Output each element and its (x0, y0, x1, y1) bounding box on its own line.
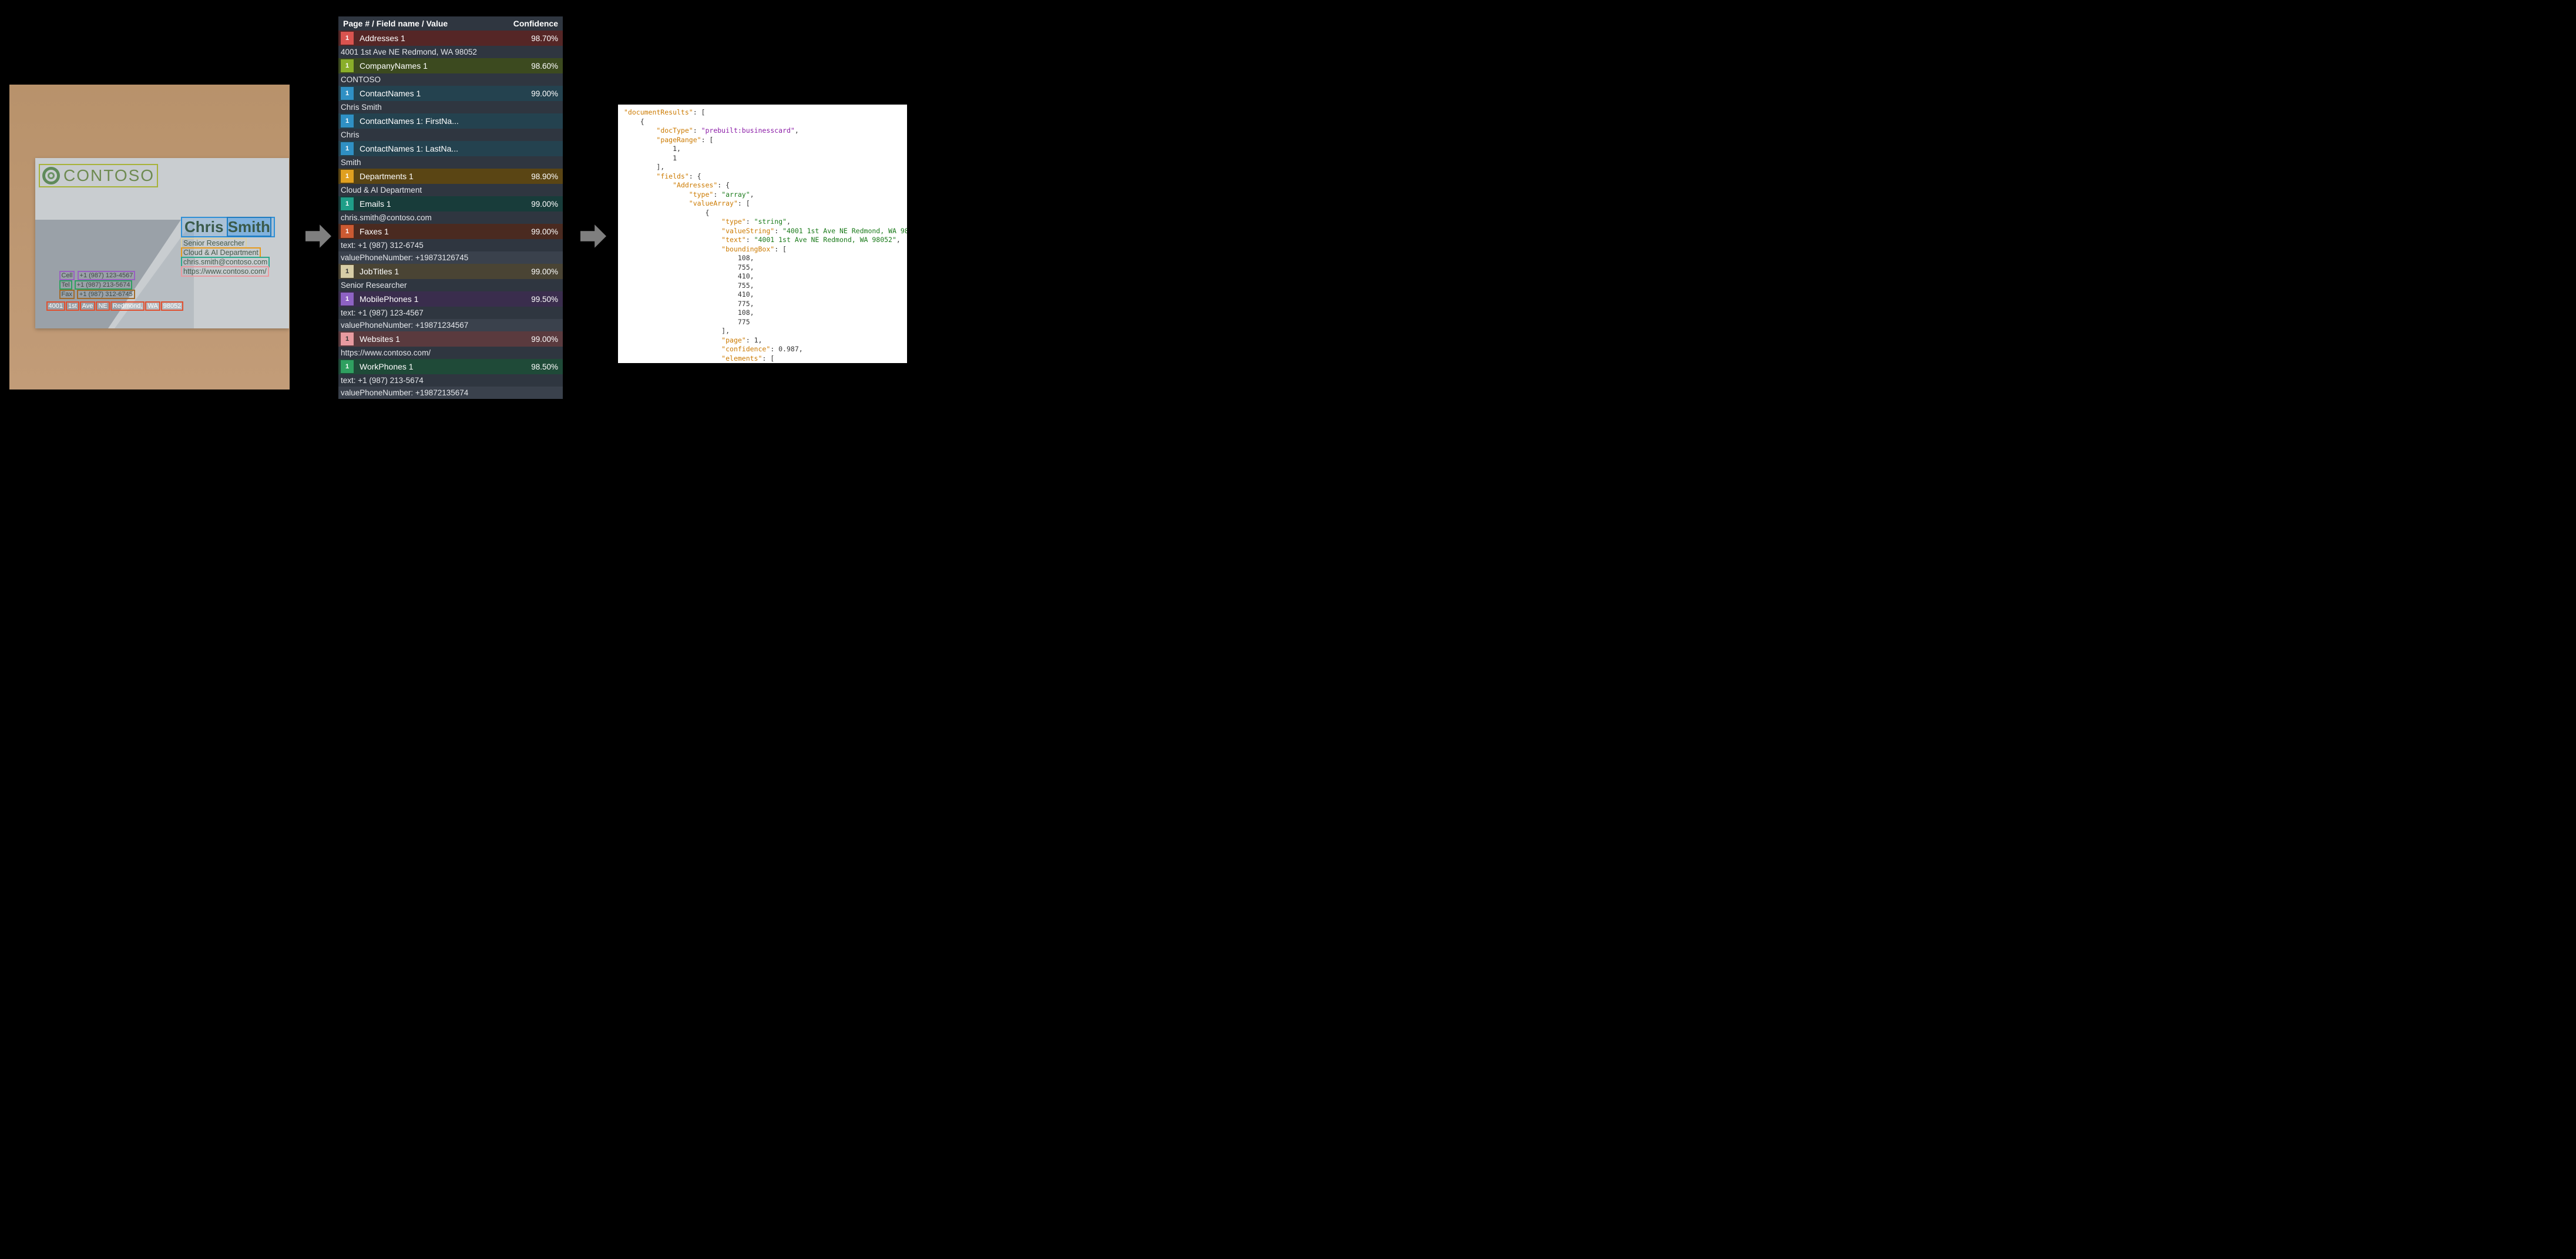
page-badge: 1 (341, 333, 354, 345)
cell-label: Cell (59, 271, 75, 280)
page-badge: 1 (341, 115, 354, 127)
tel-number: +1 (987) 213-5674 (75, 280, 133, 290)
fax-label: Fax (59, 290, 75, 299)
field-value: Senior Researcher (338, 279, 563, 291)
address-block: 40011stAveNERedmond,WA98052 (46, 301, 184, 311)
page-badge: 1 (341, 87, 354, 100)
result-row-dept[interactable]: 1 Departments 198.90% (338, 169, 563, 184)
field-value: https://www.contoso.com/ (338, 347, 563, 359)
field-name: ContactNames 1 (360, 89, 531, 98)
page-badge: 1 (341, 170, 354, 183)
results-body: 1 Addresses 198.70% 4001 1st Ave NE Redmon… (338, 31, 563, 399)
field-confidence: 99.00% (531, 89, 563, 98)
field-confidence: 98.60% (531, 62, 563, 70)
field-value: valuePhoneNumber: +19871234567 (338, 319, 563, 331)
result-row-faxes[interactable]: 1 Faxes 199.00% (338, 224, 563, 239)
phone-block: Cell +1 (987) 123-4567 Tel +1 (987) 213-… (59, 271, 136, 299)
result-row-contact[interactable]: 1 ContactNames 199.00% (338, 86, 563, 101)
field-name: Departments 1 (360, 172, 531, 181)
field-value: text: +1 (987) 312-6745 (338, 239, 563, 251)
field-name: Websites 1 (360, 334, 531, 344)
contact-last-name: Smith (227, 217, 271, 237)
field-confidence: 99.00% (531, 200, 563, 209)
field-value: text: +1 (987) 213-5674 (338, 374, 563, 387)
result-row-jobs[interactable]: 1 JobTitles 199.00% (338, 264, 563, 279)
address-word: 98052 (161, 301, 184, 311)
result-row-company[interactable]: 1 CompanyNames 198.60% (338, 58, 563, 73)
address-word: Redmond, (110, 301, 145, 311)
result-row-addresses[interactable]: 1 Addresses 198.70% (338, 31, 563, 46)
page-badge: 1 (341, 59, 354, 72)
company-name: CONTOSO (63, 166, 155, 185)
page-badge: 1 (341, 293, 354, 305)
results-header-left: Page # / Field name / Value (343, 19, 448, 28)
address-word: Ave (80, 301, 96, 311)
company-logo: CONTOSO (39, 164, 158, 187)
field-name: JobTitles 1 (360, 267, 531, 276)
page-badge: 1 (341, 265, 354, 278)
field-value: Smith (338, 156, 563, 169)
field-confidence: 98.70% (531, 34, 563, 43)
field-name: Faxes 1 (360, 227, 531, 236)
field-value: Cloud & AI Department (338, 184, 563, 196)
tel-label: Tel (59, 280, 72, 290)
field-name: MobilePhones 1 (360, 294, 531, 304)
page-badge: 1 (341, 142, 354, 155)
result-row-contact_ln[interactable]: 1 ContactNames 1: LastNa... (338, 141, 563, 156)
address-word: NE (96, 301, 109, 311)
fax-number: +1 (987) 312-6745 (77, 290, 135, 299)
address-word: 1st (66, 301, 79, 311)
businesscard-photo: CONTOSO Chris Smith Senior Researcher Cl… (9, 85, 290, 390)
diagram-canvas: CONTOSO Chris Smith Senior Researcher Cl… (0, 0, 917, 448)
field-confidence: 98.90% (531, 172, 563, 181)
businesscard: CONTOSO Chris Smith Senior Researcher Cl… (35, 158, 289, 328)
field-value: valuePhoneNumber: +19872135674 (338, 387, 563, 399)
field-name: Addresses 1 (360, 33, 531, 43)
arrow-right-icon (305, 223, 331, 249)
field-name: ContactNames 1: LastNa... (360, 144, 558, 153)
field-value: CONTOSO (338, 73, 563, 86)
result-row-emails[interactable]: 1 Emails 199.00% (338, 196, 563, 211)
field-confidence: 99.50% (531, 295, 563, 304)
result-row-workphones[interactable]: 1 WorkPhones 198.50% (338, 359, 563, 374)
contact-first-name: Chris (184, 218, 223, 236)
field-value: 4001 1st Ave NE Redmond, WA 98052 (338, 46, 563, 58)
results-header-right: Confidence (513, 19, 558, 28)
field-confidence: 99.00% (531, 227, 563, 236)
cell-number: +1 (987) 123-4567 (78, 271, 136, 280)
field-value: valuePhoneNumber: +19873126745 (338, 251, 563, 264)
json-output-panel: "documentResults": [ { "docType": "prebu… (618, 105, 907, 363)
field-name: ContactNames 1: FirstNa... (360, 116, 558, 126)
page-badge: 1 (341, 197, 354, 210)
results-panel: Page # / Field name / Value Confidence 1… (338, 16, 563, 399)
field-value: chris.smith@contoso.com (338, 211, 563, 224)
json-code: "documentResults": [ { "docType": "prebu… (624, 108, 901, 363)
website: https://www.contoso.com/ (181, 266, 269, 277)
field-confidence: 98.50% (531, 362, 563, 371)
field-name: Emails 1 (360, 199, 531, 209)
field-confidence: 99.00% (531, 335, 563, 344)
page-badge: 1 (341, 360, 354, 373)
address-word: 4001 (46, 301, 65, 311)
result-row-contact_fn[interactable]: 1 ContactNames 1: FirstNa... (338, 113, 563, 129)
contact-name: Chris Smith (181, 217, 275, 237)
field-value: text: +1 (987) 123-4567 (338, 307, 563, 319)
result-row-mobiles[interactable]: 1 MobilePhones 199.50% (338, 291, 563, 307)
field-name: WorkPhones 1 (360, 362, 531, 371)
page-badge: 1 (341, 225, 354, 238)
field-value: Chris Smith (338, 101, 563, 113)
arrow-right-icon (580, 223, 606, 249)
field-name: CompanyNames 1 (360, 61, 531, 70)
result-row-websites[interactable]: 1 Websites 199.00% (338, 331, 563, 347)
address-word: WA (145, 301, 160, 311)
results-header: Page # / Field name / Value Confidence (338, 16, 563, 31)
logo-icon (42, 167, 60, 184)
field-confidence: 99.00% (531, 267, 563, 276)
page-badge: 1 (341, 32, 354, 45)
field-value: Chris (338, 129, 563, 141)
